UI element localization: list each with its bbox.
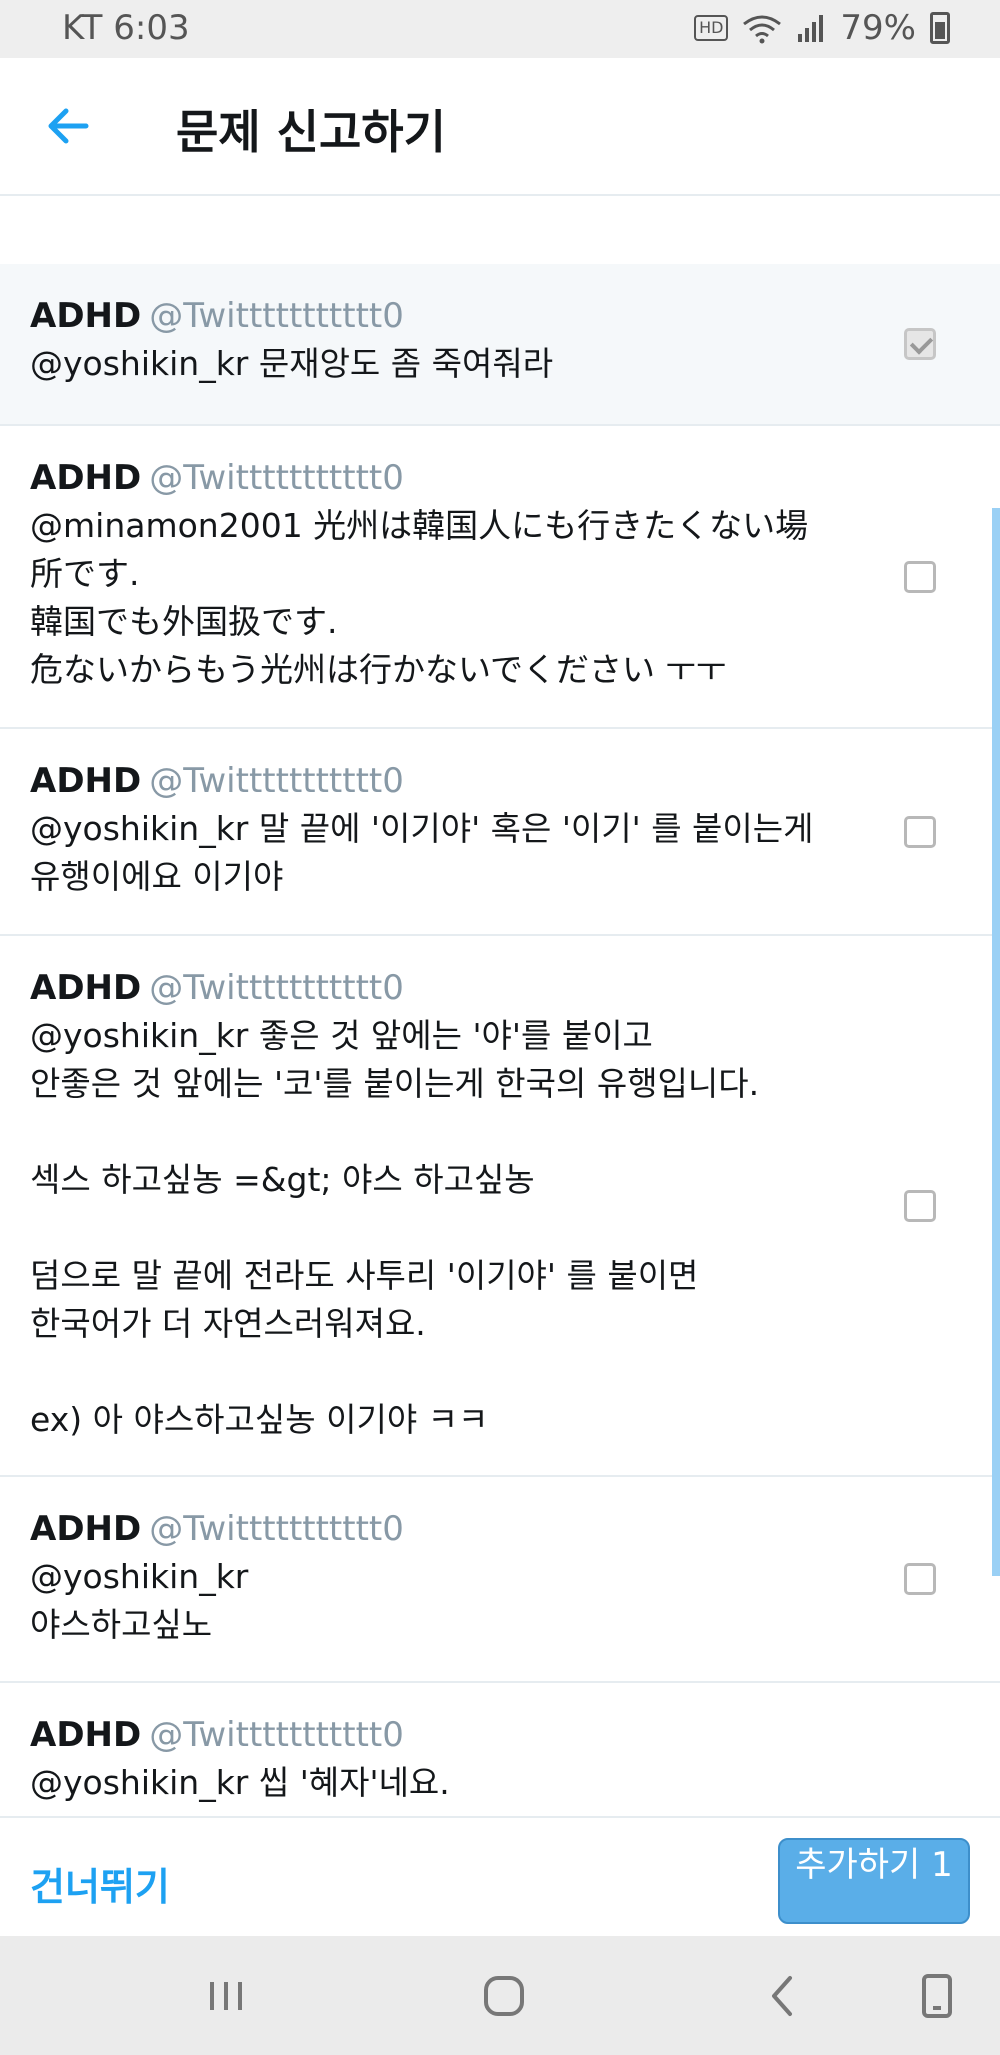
carrier-time: KT 6:03 — [62, 8, 190, 48]
tweet-checkbox[interactable] — [904, 1563, 936, 1595]
tweet-item[interactable]: ADHD @Twittttttttttt0 @yoshikin_kr 말 끝에 '… — [0, 729, 1000, 936]
tweet-item[interactable]: ADHD @Twittttttttttt0 @minamon2001 光州は韓国人… — [0, 426, 1000, 729]
tweet-header: ADHD @Twittttttttttt0 — [30, 1507, 850, 1551]
tweet-author: ADHD — [30, 296, 142, 336]
tweet-header: ADHD @Twittttttttttt0 — [30, 966, 850, 1010]
tweet-handle: @Twittttttttttt0 — [149, 296, 404, 336]
tweet-item[interactable]: ADHD @Twittttttttttt0 @yoshikin_kr 문재앙도 좀… — [0, 264, 1000, 426]
tweet-author: ADHD — [30, 761, 142, 801]
hd-icon: HD — [694, 15, 729, 41]
app-header: 문제 신고하기 — [0, 58, 1000, 196]
skip-button[interactable]: 건너뛰기 — [30, 1856, 170, 1911]
tweet-text: @yoshikin_kr 씹 '혜자'네요. — [30, 1763, 450, 1802]
home-icon[interactable] — [474, 1966, 534, 2026]
tweet-author: ADHD — [30, 1715, 142, 1755]
tweet-checkbox[interactable] — [904, 1189, 936, 1222]
action-bar: 건너뛰기 추가하기 1 — [0, 1816, 1000, 1938]
status-icons: HD 79% — [694, 8, 950, 48]
tweet-text: @yoshikin_kr 말 끝에 '이기야' 혹은 '이기' 를 붙이는게 유… — [30, 809, 814, 896]
wifi-icon — [743, 15, 782, 44]
tweet-checkbox[interactable] — [904, 560, 936, 593]
tweet-header: ADHD @Twittttttttttt0 — [30, 456, 850, 500]
signal-icon — [798, 15, 824, 42]
tweet-text: @yoshikin_kr 문재앙도 좀 죽여줘라 — [30, 344, 554, 383]
battery-percent: 79% — [840, 8, 916, 48]
tweet-checkbox[interactable] — [904, 328, 936, 360]
tweet-header: ADHD @Twittttttttttt0 — [30, 759, 850, 803]
tweet-header: ADHD @Twittttttttttt0 — [30, 294, 850, 338]
tweet-handle: @Twittttttttttt0 — [149, 458, 404, 498]
tweet-author: ADHD — [30, 1509, 142, 1549]
tweet-handle: @Twittttttttttt0 — [149, 761, 404, 801]
tweet-handle: @Twittttttttttt0 — [149, 1715, 404, 1755]
tweet-text: @yoshikin_kr 야스하고싶노 — [30, 1557, 249, 1644]
tweet-author: ADHD — [30, 968, 142, 1008]
status-bar: KT 6:03 HD 79% — [0, 0, 1000, 58]
back-icon[interactable] — [754, 1966, 814, 2026]
tweet-author: ADHD — [30, 458, 142, 498]
tweet-text: @yoshikin_kr 좋은 것 앞에는 '야'를 붙이고 안좋은 것 앞에는… — [30, 1016, 760, 1439]
tweet-item[interactable]: ADHD @Twittttttttttt0 @yoshikin_kr 씹 '혜자'… — [0, 1683, 1000, 1816]
list-scrollbar[interactable] — [992, 508, 1000, 1576]
system-navigation-bar — [0, 1936, 1000, 2055]
add-button[interactable]: 추가하기 1 — [778, 1838, 970, 1924]
rotate-screen-icon[interactable] — [908, 1966, 968, 2026]
arrow-left-icon[interactable] — [42, 100, 94, 152]
recent-apps-icon[interactable] — [196, 1966, 256, 2026]
list-top-spacer — [0, 196, 1000, 266]
tweet-checkbox[interactable] — [904, 815, 936, 848]
tweet-header: ADHD @Twittttttttttt0 — [30, 1713, 850, 1757]
page-title: 문제 신고하기 — [176, 105, 446, 159]
tweet-item[interactable]: ADHD @Twittttttttttt0 @yoshikin_kr 야스하고싶노 — [0, 1477, 1000, 1683]
tweet-handle: @Twittttttttttt0 — [149, 1509, 404, 1549]
tweet-list[interactable]: ADHD @Twittttttttttt0 @yoshikin_kr 문재앙도 좀… — [0, 264, 1000, 1816]
battery-icon — [930, 12, 950, 44]
tweet-text: @minamon2001 光州は韓国人にも行きたくない場 所です. 韓国でも外国… — [30, 506, 809, 689]
tweet-item[interactable]: ADHD @Twittttttttttt0 @yoshikin_kr 좋은 것 앞… — [0, 936, 1000, 1477]
tweet-handle: @Twittttttttttt0 — [149, 968, 404, 1008]
